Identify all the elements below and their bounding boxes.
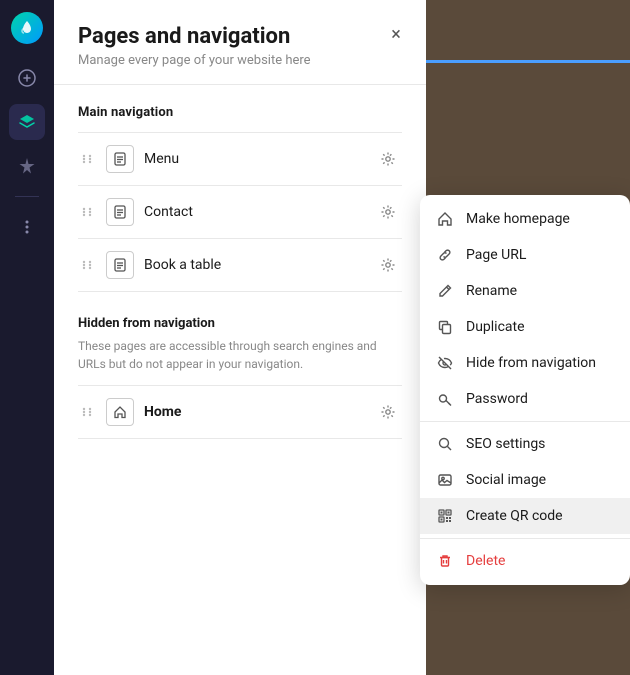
key-icon (436, 390, 454, 408)
menu-item-make-homepage[interactable]: Make homepage (420, 201, 630, 237)
menu-item-label: Delete (466, 553, 505, 569)
drag-handle-icon[interactable] (78, 203, 96, 221)
panel-content: Main navigation Menu (54, 85, 426, 459)
menu-item-label: Make homepage (466, 211, 570, 227)
edit-icon (436, 282, 454, 300)
trash-icon (436, 552, 454, 570)
image-icon (436, 471, 454, 489)
more-icon[interactable] (9, 209, 45, 245)
close-button[interactable]: × (382, 20, 410, 48)
panel-title: Pages and navigation (78, 24, 402, 49)
menu-item-seo[interactable]: SEO settings (420, 426, 630, 462)
page-icon (106, 198, 134, 226)
panel-subtitle: Manage every page of your website here (78, 53, 402, 68)
list-item[interactable]: Menu (78, 133, 402, 186)
menu-item-duplicate[interactable]: Duplicate (420, 309, 630, 345)
home-icon (436, 210, 454, 228)
menu-item-create-qr[interactable]: Create QR code (420, 498, 630, 534)
hidden-nav-title: Hidden from navigation (78, 316, 402, 331)
menu-item-label: Rename (466, 283, 517, 299)
eye-off-icon (436, 354, 454, 372)
menu-item-label: Create QR code (466, 508, 563, 524)
hidden-nav-list: Home (78, 385, 402, 439)
menu-item-label: Social image (466, 472, 546, 488)
panel-header: × Pages and navigation Manage every page… (54, 0, 426, 85)
page-name: Menu (144, 151, 364, 167)
page-settings-button[interactable] (374, 398, 402, 426)
menu-item-page-url[interactable]: Page URL (420, 237, 630, 273)
drag-handle-icon[interactable] (78, 150, 96, 168)
menu-divider (420, 538, 630, 539)
qr-icon (436, 507, 454, 525)
menu-divider (420, 421, 630, 422)
main-nav-list: Menu (78, 132, 402, 292)
menu-item-label: SEO settings (466, 436, 545, 452)
magic-icon[interactable] (9, 148, 45, 184)
menu-item-label: Password (466, 391, 528, 407)
menu-item-social-image[interactable]: Social image (420, 462, 630, 498)
menu-item-rename[interactable]: Rename (420, 273, 630, 309)
link-icon (436, 246, 454, 264)
hidden-nav-section: Hidden from navigation These pages are a… (78, 316, 402, 439)
sidebar-divider (15, 196, 39, 197)
page-icon (106, 251, 134, 279)
page-settings-button[interactable] (374, 145, 402, 173)
context-menu: Make homepage Page URL Rename Du (420, 195, 630, 585)
main-nav-title: Main navigation (78, 105, 402, 120)
menu-item-hide-from-nav[interactable]: Hide from navigation (420, 345, 630, 381)
list-item[interactable]: Home (78, 386, 402, 439)
page-settings-button[interactable] (374, 251, 402, 279)
home-page-icon (106, 398, 134, 426)
list-item[interactable]: Contact (78, 186, 402, 239)
hidden-nav-description: These pages are accessible through searc… (78, 337, 402, 373)
page-name: Book a table (144, 257, 364, 273)
page-settings-button[interactable] (374, 198, 402, 226)
search-icon (436, 435, 454, 453)
copy-icon (436, 318, 454, 336)
add-page-icon[interactable] (9, 60, 45, 96)
drag-handle-icon[interactable] (78, 256, 96, 274)
list-item[interactable]: Book a table (78, 239, 402, 292)
pages-panel: × Pages and navigation Manage every page… (54, 0, 426, 675)
menu-item-password[interactable]: Password (420, 381, 630, 417)
page-name: Home (144, 404, 364, 420)
menu-item-delete[interactable]: Delete (420, 543, 630, 579)
drag-handle-icon[interactable] (78, 403, 96, 421)
menu-item-label: Duplicate (466, 319, 525, 335)
sidebar (0, 0, 54, 675)
menu-item-label: Page URL (466, 247, 526, 263)
menu-item-label: Hide from navigation (466, 355, 596, 371)
layers-icon[interactable] (9, 104, 45, 140)
sidebar-logo[interactable] (11, 12, 43, 44)
page-name: Contact (144, 204, 364, 220)
page-icon (106, 145, 134, 173)
